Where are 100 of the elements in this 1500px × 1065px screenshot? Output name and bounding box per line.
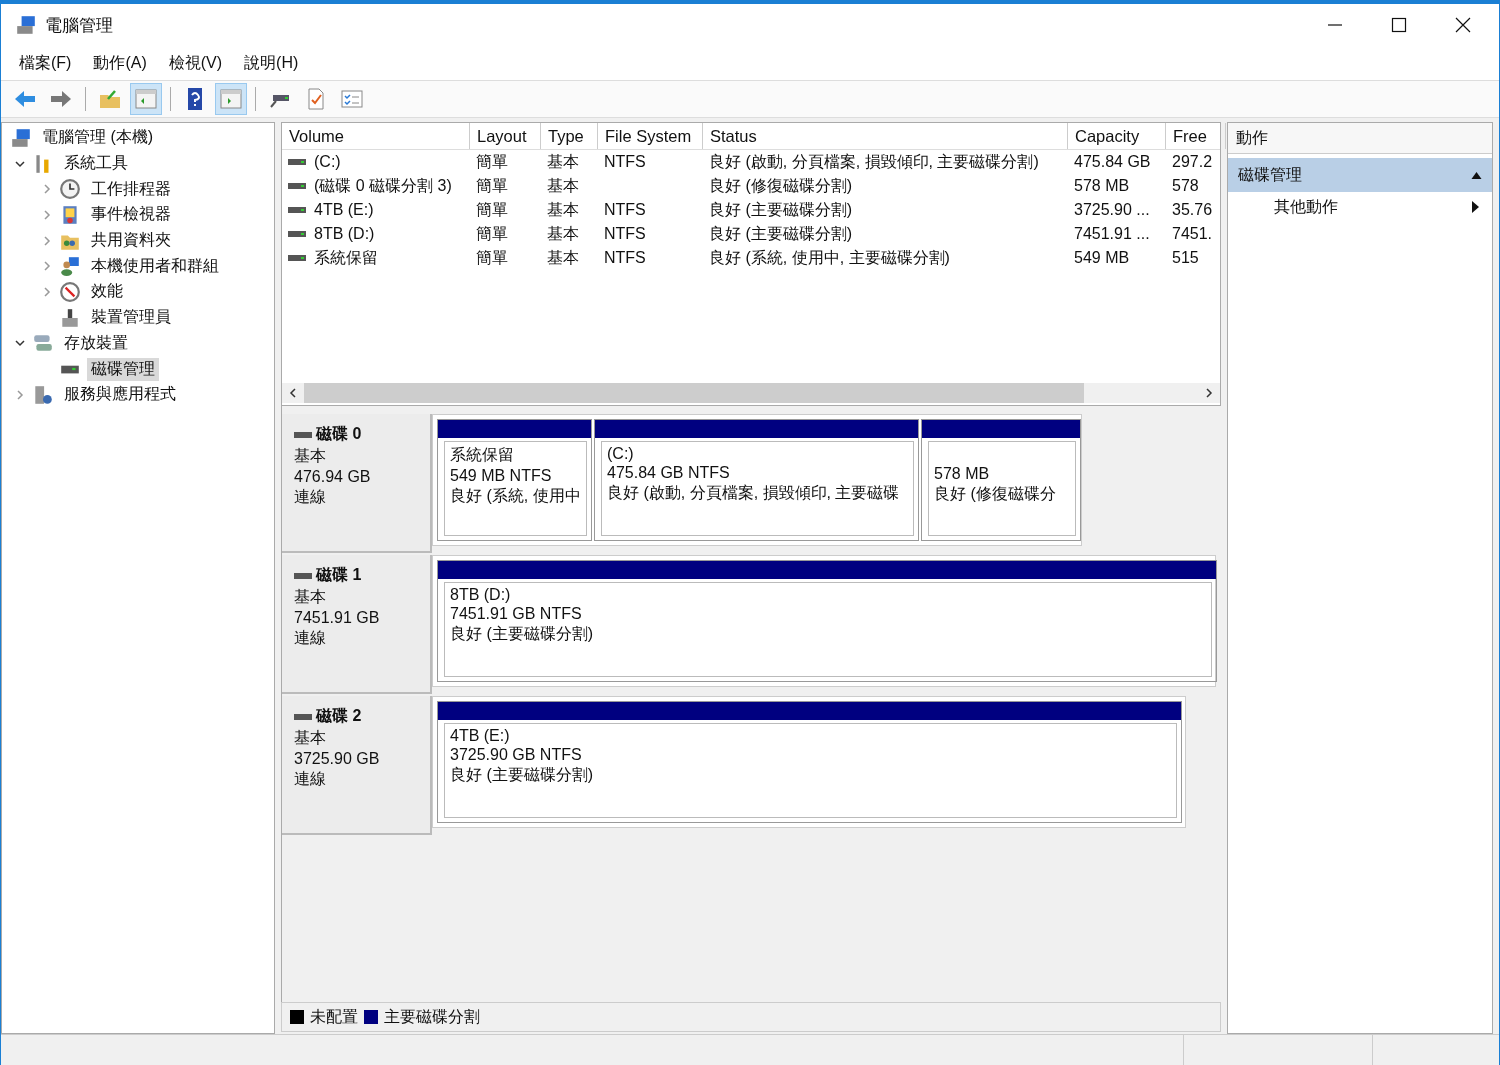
tree-item[interactable]: 裝置管理員 [87, 306, 175, 330]
partition-status: 良好 (修復磁碟分 [934, 484, 1057, 504]
tree-item[interactable]: 本機使用者和群組 [87, 254, 223, 278]
table-cell: 4TB (E:) [314, 201, 374, 219]
menu-item[interactable]: 檢視(V) [168, 52, 223, 74]
column-header[interactable]: Volume [282, 123, 470, 149]
chevron-right-icon[interactable] [41, 208, 53, 221]
menu-item[interactable]: 檔案(F) [19, 52, 72, 74]
users-icon [59, 255, 81, 278]
disk-type: 基本 [294, 728, 327, 748]
chevron-right-icon[interactable] [41, 183, 53, 196]
table-cell-text: 簡單 [476, 151, 508, 172]
partition-status: 良好 (主要磁碟分割) [450, 765, 595, 785]
column-header[interactable]: Type [541, 123, 598, 149]
disk-name: 磁碟 1 [316, 565, 362, 585]
partition-label: 系統保留 [450, 445, 515, 465]
column-header[interactable]: Status [703, 123, 1068, 149]
maximize-icon[interactable] [1391, 17, 1407, 33]
partition-size: 549 MB NTFS [450, 467, 553, 485]
collapse-triangle-icon[interactable] [1471, 171, 1482, 179]
tree-item[interactable]: 電腦管理 (本機) [38, 126, 158, 150]
action-item[interactable]: 其他動作 [1274, 196, 1338, 218]
clock-icon [59, 178, 81, 201]
partition-size: 475.84 GB NTFS [607, 464, 731, 482]
chevron-right-icon[interactable] [41, 260, 53, 273]
menu-item[interactable]: 說明(H) [244, 52, 299, 74]
tree-item[interactable]: 工作排程器 [87, 177, 175, 201]
chevron-right-icon[interactable] [41, 285, 53, 298]
computer-icon [15, 14, 37, 36]
disk-info-panel[interactable]: 磁碟 2 基本 3725.90 GB 連線 [282, 696, 432, 835]
column-header[interactable]: Free [1166, 123, 1226, 149]
disk-status: 連線 [294, 628, 327, 648]
table-cell: NTFS [604, 249, 646, 267]
table-cell: 7451. [1172, 225, 1213, 243]
column-header[interactable]: Layout [470, 123, 541, 149]
table-cell-text: 基本 [547, 151, 579, 172]
partition-status: 良好 (主要磁碟分割) [450, 624, 595, 644]
partition-size: 7451.91 GB NTFS [450, 605, 583, 623]
volume-icon [288, 230, 306, 238]
table-cell: 297.2 [1172, 153, 1213, 171]
disk-info-panel[interactable]: 磁碟 1 基本 7451.91 GB 連線 [282, 555, 432, 694]
table-cell: (C:) [314, 153, 341, 171]
disk-name: 磁碟 0 [316, 424, 362, 444]
disk-type: 基本 [294, 587, 327, 607]
partition-label: 8TB (D:) [450, 586, 512, 604]
table-cell-text: 良好 (主要磁碟分割) [709, 223, 853, 244]
tree-item[interactable]: 系統工具 [60, 152, 132, 176]
chevron-right-icon[interactable] [14, 388, 26, 401]
tree-item[interactable]: 磁碟管理 [87, 357, 159, 381]
scroll-left-icon[interactable] [288, 388, 298, 398]
tree-item[interactable]: 存放裝置 [60, 331, 132, 355]
table-cell-text: 簡單 [476, 247, 508, 268]
chevron-right-icon[interactable] [41, 234, 53, 247]
legend-label: 主要磁碟分割 [384, 1006, 480, 1027]
table-cell: NTFS [604, 153, 646, 171]
column-header[interactable]: File System [598, 123, 703, 149]
partition-block[interactable]: 8TB (D:) 7451.91 GB NTFS 良好 (主要磁碟分割) [437, 560, 1217, 682]
tree-item[interactable]: 效能 [87, 280, 127, 304]
tree-item[interactable]: 服務與應用程式 [60, 383, 180, 407]
partition-block[interactable]: (C:) 475.84 GB NTFS 良好 (啟動, 分頁檔案, 損毀傾印, 主要磁碟 [594, 419, 919, 541]
table-cell-text: 系統保留 [314, 247, 378, 268]
pane-toggle-icon[interactable] [215, 83, 247, 115]
partition-size: 578 MB [934, 465, 991, 483]
partition-status: 良好 (啟動, 分頁檔案, 損毀傾印, 主要磁碟 [607, 483, 901, 503]
table-cell-text: 良好 (啟動, 分頁檔案, 損毀傾印, 主要磁碟分割) [709, 151, 1039, 172]
tree-item[interactable]: 共用資料夾 [87, 229, 175, 253]
table-cell-text: 簡單 [476, 199, 508, 220]
table-cell: 578 MB [1074, 177, 1130, 195]
table-cell: 578 [1172, 177, 1199, 195]
disk-type: 基本 [294, 446, 327, 466]
disk-status: 連線 [294, 769, 327, 789]
device-icon [59, 306, 81, 329]
disk-size: 7451.91 GB [294, 609, 381, 627]
volume-icon [288, 158, 306, 166]
disk-name: 磁碟 2 [316, 706, 362, 726]
disk-drive-icon [294, 430, 312, 439]
table-cell: 35.76 [1172, 201, 1213, 219]
scrollbar-thumb[interactable] [304, 383, 1084, 403]
scroll-right-icon[interactable] [1204, 388, 1214, 398]
table-cell-text: 基本 [547, 175, 579, 196]
close-icon[interactable] [1455, 17, 1471, 33]
table-cell-text: (磁碟 0 磁碟分割 3) [314, 175, 452, 196]
disk-drive-icon [294, 571, 312, 580]
partition-block[interactable]: 系統保留 549 MB NTFS 良好 (系統, 使用中 [437, 419, 592, 541]
disk-size: 3725.90 GB [294, 750, 381, 768]
pane-toggle-icon[interactable] [130, 83, 162, 115]
table-cell-text: 基本 [547, 199, 579, 220]
tree-item[interactable]: 事件檢視器 [87, 203, 175, 227]
disk-info-panel[interactable]: 磁碟 0 基本 476.94 GB 連線 [282, 414, 432, 553]
table-cell: 549 MB [1074, 249, 1130, 267]
partition-block[interactable]: 4TB (E:) 3725.90 GB NTFS 良好 (主要磁碟分割) [437, 701, 1182, 823]
table-cell-text: 簡單 [476, 175, 508, 196]
menu-item[interactable]: 動作(A) [93, 52, 147, 74]
partition-block[interactable]: 578 MB 良好 (修復磁碟分 [921, 419, 1081, 541]
disk-drive-icon [294, 712, 312, 721]
table-cell-text: 良好 (修復磁碟分割) [709, 175, 853, 196]
disk-status: 連線 [294, 487, 327, 507]
column-header[interactable]: Capacity [1068, 123, 1166, 149]
computer-icon [10, 126, 32, 149]
actions-section[interactable]: 磁碟管理 [1228, 158, 1492, 192]
